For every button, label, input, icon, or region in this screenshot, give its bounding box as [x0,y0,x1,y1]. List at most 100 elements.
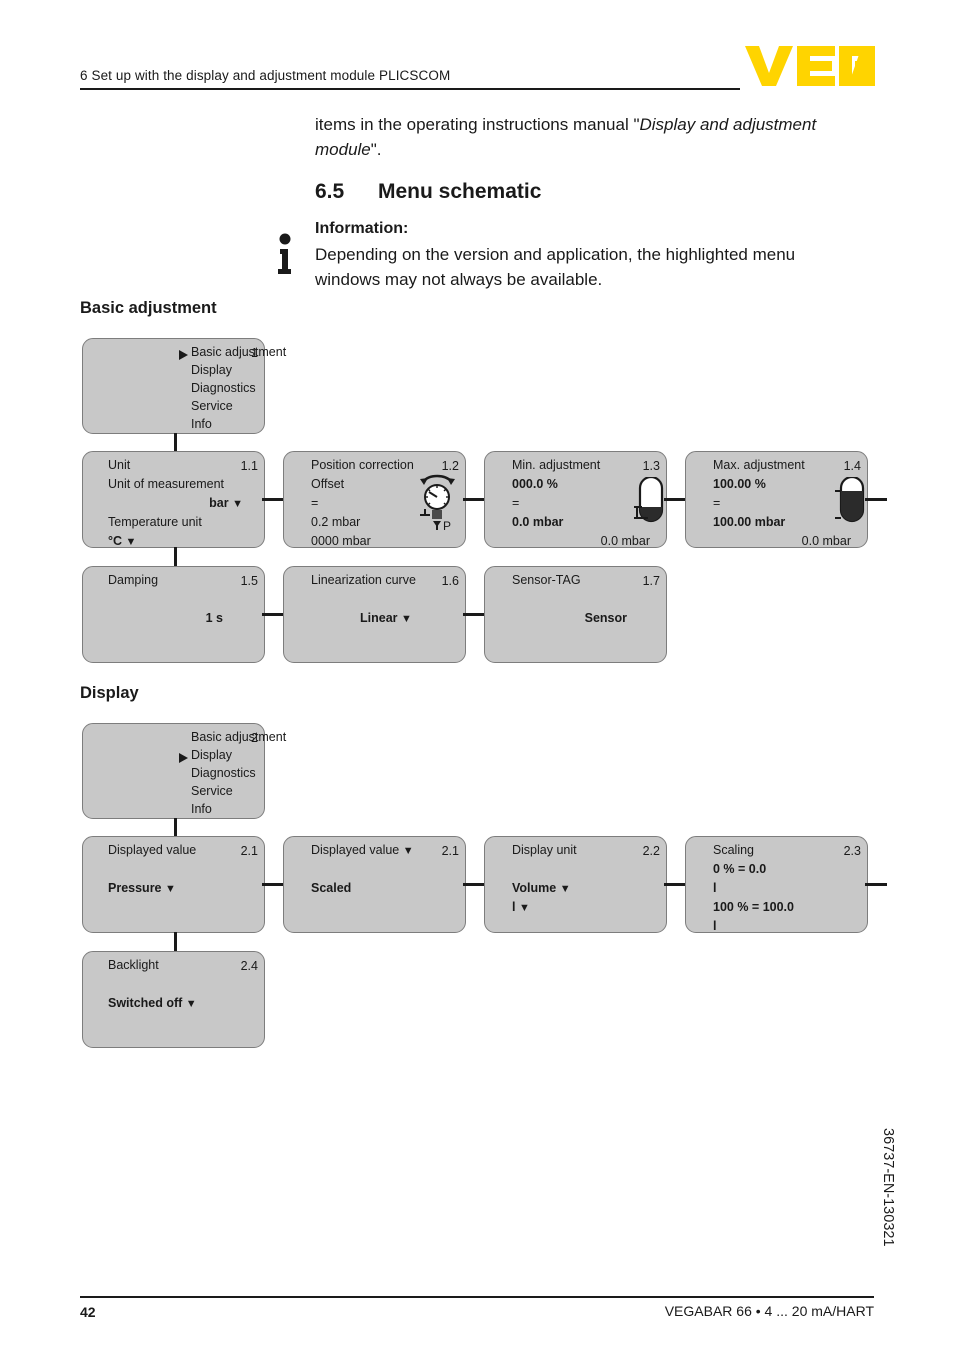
menu-box-max-adjustment[interactable]: 1.4 Max. adjustment 100.00 % = 100.00 mb… [685,451,868,548]
linearization-value[interactable]: Linear ▼ [360,611,412,626]
menu-item-service[interactable]: Service [191,399,233,413]
displayed-value-pressure[interactable]: Pressure ▼ [108,881,176,896]
menu-box-displayed-value-1[interactable]: 2.1 Displayed value Pressure ▼ [82,836,265,933]
min-pressure-value: 0.0 mbar [512,515,564,529]
menu-item-basic-adjustment[interactable]: Basic adjustment [191,730,286,744]
tank-level-min-icon [634,475,672,534]
pressure-gauge-icon: P [416,470,464,537]
connector-vertical [174,818,177,836]
connector-vertical [174,932,177,951]
intro-text-part2: ". [370,140,382,159]
information-heading: Information: [315,220,409,237]
scaling-zero-unit: l [713,881,717,895]
page-number: 42 [80,1304,96,1320]
chevron-down-icon: ▼ [185,998,197,1010]
menu-box-display-root[interactable]: 2 Basic adjustment Display Diagnostics S… [82,723,286,819]
box-title: Unit [108,458,131,472]
footer-product-name: VEGABAR 66 • 4 ... 20 mA/HART [664,1303,874,1319]
offset-label: Offset [311,477,345,491]
vega-logo [745,46,875,86]
menu-box-number: 2.3 [843,844,861,858]
connector-horizontal-exit [865,883,887,886]
menu-box-number: 2.1 [441,844,459,858]
min-current-value: 0.0 mbar [600,534,650,548]
chevron-down-icon: ▼ [518,902,530,914]
max-current-value: 0.0 mbar [801,534,851,548]
menu-box-sensor-tag[interactable]: 1.7 Sensor-TAG Sensor [484,566,667,663]
information-icon [275,233,295,275]
scaling-hundred-percent: 100 % = 100.0 [713,900,794,914]
scaling-hundred-unit: l [713,919,717,933]
box-title: Backlight [108,958,159,972]
menu-item-diagnostics[interactable]: Diagnostics [191,766,256,780]
menu-box-displayed-value-2[interactable]: 2.1 Displayed value ▼ Scaled [283,836,466,933]
display-unit-liter[interactable]: l ▼ [512,900,530,915]
menu-item-display[interactable]: Display [191,748,232,762]
menu-box-unit[interactable]: 1.1 Unit Unit of measurement bar ▼ Tempe… [82,451,265,548]
display-unit-volume[interactable]: Volume ▼ [512,881,571,896]
chevron-down-icon: ▼ [402,845,414,857]
displayed-value-scaled: Scaled [311,881,352,895]
menu-box-min-adjustment[interactable]: 1.3 Min. adjustment 000.0 % = 0.0 mbar 0… [484,451,667,548]
menu-box-display-unit[interactable]: 2.2 Display unit Volume ▼ l ▼ [484,836,667,933]
sensor-tag-value: Sensor [584,611,627,625]
unit-value-bar[interactable]: bar ▼ [83,496,243,511]
connector-vertical [174,547,177,566]
offset-value: 0.2 mbar [311,515,361,529]
chevron-down-icon: ▼ [232,498,243,510]
min-percent-value: 000.0 % [512,477,558,491]
temperature-unit-value[interactable]: °C ▼ [108,534,136,549]
menu-box-backlight[interactable]: 2.4 Backlight Switched off ▼ [82,951,265,1048]
menu-box-basic-root[interactable]: 1 Basic adjustment Display Diagnostics S… [82,338,286,434]
menu-item-diagnostics[interactable]: Diagnostics [191,381,256,395]
intro-text-part1: items in the operating instructions manu… [315,115,640,134]
page-title: Menu schematic [378,180,542,203]
menu-item-basic-adjustment[interactable]: Basic adjustment [191,345,286,359]
unit-of-measurement-label: Unit of measurement [108,477,225,491]
box-title: Max. adjustment [713,458,805,472]
box-title: Sensor-TAG [512,573,581,587]
information-body: Depending on the version and application… [315,245,796,289]
scaling-zero-percent: 0 % = 0.0 [713,862,767,876]
svg-text:P: P [443,519,451,532]
menu-item-display[interactable]: Display [191,363,232,377]
menu-box-number: 1.6 [441,574,459,588]
chevron-down-icon: ▼ [559,883,571,895]
menu-box-position-correction[interactable]: 1.2 Position correction Offset = 0.2 mba… [283,451,466,548]
menu-box-number: 1.7 [642,574,660,588]
box-title: Damping [108,573,159,587]
box-title: Linearization curve [311,573,416,587]
chevron-down-icon: ▼ [125,536,137,548]
menu-box-scaling[interactable]: 2.3 Scaling 0 % = 0.0 l 100 % = 100.0 l [685,836,868,933]
selection-arrow-icon [179,750,188,768]
menu-box-damping[interactable]: 1.5 Damping 1 s [82,566,265,663]
backlight-value[interactable]: Switched off ▼ [108,996,197,1011]
menu-item-info: Info [191,802,212,816]
group-heading-display: Display [80,684,139,702]
document-code: 36737-EN-130321 [880,1128,896,1247]
tank-level-max-icon [827,475,873,534]
chevron-down-icon: ▼ [165,883,176,895]
menu-item-service[interactable]: Service [191,784,233,798]
header-divider [80,88,740,90]
max-percent-value: 100.00 % [713,477,766,491]
equals-sign: = [713,496,721,510]
offset-raw-value: 0000 mbar [311,534,371,548]
equals-sign: = [512,496,520,510]
connector-horizontal-exit [865,498,887,501]
damping-value: 1 s [205,611,223,625]
temperature-unit-label: Temperature unit [108,515,202,529]
box-title: Scaling [713,843,754,857]
menu-box-number: 2.2 [642,844,660,858]
equals-sign: = [311,496,319,510]
section-number: 6.5 [315,180,345,203]
group-heading-basic-adjustment: Basic adjustment [80,299,217,317]
menu-item-info: Info [191,417,212,431]
menu-box-number: 2.1 [240,844,258,858]
footer-divider [80,1296,874,1298]
menu-box-number: 2.4 [240,959,258,973]
box-title: Displayed value ▼ [311,843,414,857]
selection-arrow-icon [179,347,188,365]
menu-box-linearization-curve[interactable]: 1.6 Linearization curve Linear ▼ [283,566,466,663]
intro-paragraph: items in the operating instructions manu… [315,112,875,162]
